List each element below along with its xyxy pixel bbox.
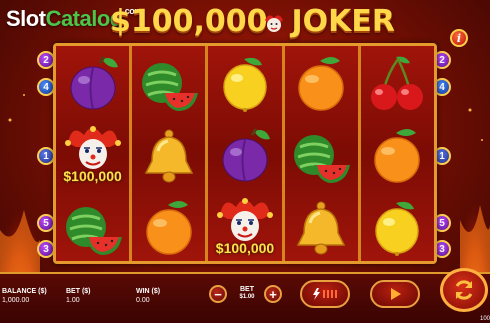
joker-prize-amount: $100,000	[63, 168, 122, 184]
reel-1: $100,000	[56, 46, 133, 264]
plum-icon	[62, 53, 124, 115]
reel-cell	[208, 120, 281, 192]
reel-3: $100,000	[208, 46, 285, 264]
reel-5	[360, 46, 435, 264]
reel-cell	[56, 48, 129, 120]
watermelon-icon	[138, 53, 200, 115]
win-label: WIN ($)	[136, 288, 161, 295]
info-button[interactable]: i	[450, 29, 468, 47]
joker-prize-amount: $100,000	[215, 240, 275, 256]
title-amount: $100,000	[110, 4, 268, 39]
reels-grid: $100,000 $100,000	[53, 43, 437, 264]
reel-cell	[132, 120, 205, 192]
title-joker: JOKER	[291, 4, 396, 39]
win-value: 0.00	[136, 297, 150, 304]
reel-cell	[285, 48, 358, 120]
play-icon	[391, 288, 401, 300]
reel-cell	[208, 48, 281, 120]
reel-2	[132, 46, 209, 264]
turbo-button[interactable]	[300, 280, 350, 308]
lightning-icon	[313, 288, 337, 300]
bet-label: BET ($)	[66, 288, 91, 295]
reel-cell	[132, 192, 205, 264]
joker-icon	[62, 121, 124, 173]
lemon-icon	[214, 53, 276, 115]
corner-indicator: 100	[479, 316, 490, 322]
minus-icon: −	[214, 286, 222, 302]
bell-icon	[290, 197, 352, 259]
bet-increase-button[interactable]: +	[264, 285, 282, 303]
reel-cell	[361, 192, 434, 264]
jester-face-icon	[265, 15, 283, 32]
reel-4	[284, 46, 361, 264]
reel-cell	[361, 120, 434, 192]
watermark-main: Slot	[6, 6, 46, 31]
control-bar: BALANCE ($) 1,000.00 BET ($) 1.00 WIN ($…	[0, 272, 490, 323]
autoplay-button[interactable]	[370, 280, 420, 308]
bet-decrease-button[interactable]: −	[209, 285, 227, 303]
bet-value: 1.00	[66, 297, 80, 304]
plum-icon	[214, 125, 276, 187]
bell-icon	[138, 125, 200, 187]
balance-value: 1,000.00	[2, 297, 30, 304]
watermelon-icon	[290, 125, 352, 187]
spin-button[interactable]	[440, 268, 488, 312]
reel-cell: $100,000	[56, 120, 129, 192]
game-title: $100,000 JOKER	[110, 4, 395, 40]
cherry-icon	[366, 53, 428, 115]
bet-control-label: BET	[240, 286, 254, 293]
orange-icon	[138, 197, 200, 259]
reel-cell	[132, 48, 205, 120]
reel-cell: $100,000	[208, 192, 281, 264]
spin-arrows-icon	[455, 280, 473, 300]
bet-control-value: $1.00	[239, 294, 255, 300]
balance-label: BALANCE ($)	[2, 288, 47, 295]
plus-icon: +	[269, 286, 277, 302]
joker-icon	[214, 193, 276, 245]
orange-icon	[290, 53, 352, 115]
lemon-icon	[366, 197, 428, 259]
reel-cell	[285, 120, 358, 192]
reel-cell	[56, 192, 129, 264]
reel-cell	[361, 48, 434, 120]
orange-icon	[366, 125, 428, 187]
watermelon-icon	[62, 197, 124, 259]
info-icon: i	[456, 31, 462, 45]
reel-cell	[285, 192, 358, 264]
